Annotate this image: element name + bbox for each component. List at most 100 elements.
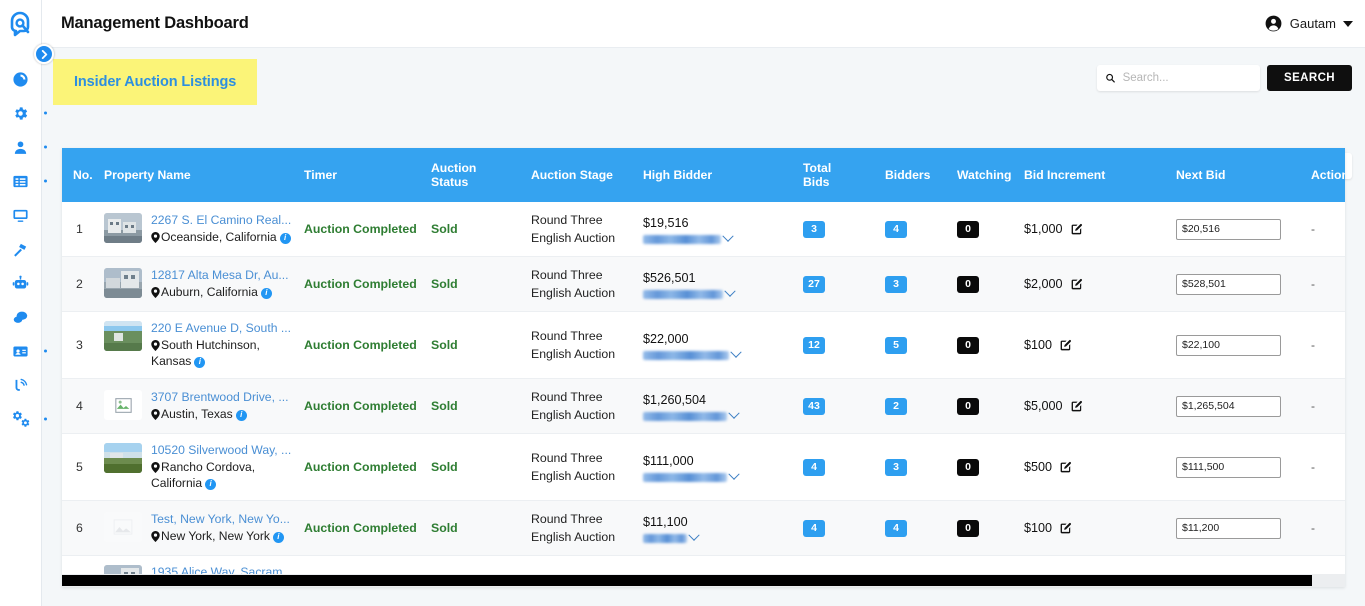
- property-name-link[interactable]: 3707 Brentwood Drive, ...: [151, 390, 289, 405]
- col-high-bidder[interactable]: High Bidder: [639, 148, 799, 202]
- chevron-down-icon[interactable]: [688, 529, 700, 541]
- sidebar-item-dashboard[interactable]: [0, 62, 41, 96]
- total-bids-badge[interactable]: 4: [803, 458, 825, 476]
- col-property-name[interactable]: Property Name: [100, 148, 300, 202]
- sidebar-item-settings[interactable]: [0, 96, 47, 130]
- high-bidder-name-row[interactable]: [643, 529, 795, 543]
- user-menu[interactable]: Gautam: [1264, 14, 1353, 33]
- action-placeholder: -: [1311, 399, 1315, 413]
- bidders-badge[interactable]: 2: [885, 397, 907, 415]
- next-bid-input[interactable]: [1176, 395, 1281, 417]
- property-thumbnail[interactable]: [104, 268, 142, 298]
- watching-badge[interactable]: 0: [957, 336, 979, 354]
- sidebar-item-broadcast[interactable]: [0, 368, 41, 402]
- search-input[interactable]: [1122, 72, 1253, 84]
- total-bids-badge[interactable]: 4: [803, 519, 825, 537]
- search-button[interactable]: SEARCH: [1267, 65, 1352, 91]
- info-icon[interactable]: i: [279, 232, 291, 244]
- sidebar-item-listings[interactable]: [0, 164, 47, 198]
- property-name-link[interactable]: 12817 Alta Mesa Dr, Au...: [151, 268, 289, 283]
- next-bid-input[interactable]: [1176, 273, 1281, 295]
- col-auction-stage[interactable]: Auction Stage: [527, 148, 639, 202]
- sidebar-item-tools[interactable]: [0, 232, 41, 266]
- app-logo[interactable]: [0, 0, 41, 48]
- cell-action: -: [1307, 311, 1345, 379]
- property-name-link[interactable]: 220 E Avenue D, South ...: [151, 321, 296, 336]
- total-bids-badge[interactable]: 43: [803, 397, 825, 415]
- high-bidder-name-row[interactable]: [643, 468, 795, 482]
- col-action[interactable]: Action: [1307, 148, 1345, 202]
- info-icon[interactable]: i: [205, 478, 217, 490]
- page-title: Management Dashboard: [61, 14, 249, 32]
- sidebar-item-users[interactable]: [0, 130, 47, 164]
- col-no[interactable]: No.: [62, 148, 100, 202]
- col-timer[interactable]: Timer: [300, 148, 427, 202]
- high-bidder-name-row[interactable]: [643, 285, 795, 299]
- high-bidder-name-row[interactable]: [643, 407, 795, 421]
- watching-badge[interactable]: 0: [957, 275, 979, 293]
- total-bids-badge[interactable]: 27: [803, 275, 825, 293]
- cell-timer: Auction Completed: [300, 378, 427, 434]
- property-name-link[interactable]: 2267 S. El Camino Real...: [151, 213, 291, 228]
- next-bid-input[interactable]: [1176, 456, 1281, 478]
- edit-icon[interactable]: [1070, 223, 1083, 236]
- property-thumbnail[interactable]: [104, 512, 142, 542]
- chevron-down-icon[interactable]: [728, 468, 740, 480]
- watching-badge[interactable]: 0: [957, 220, 979, 238]
- info-icon[interactable]: i: [260, 287, 272, 299]
- watching-badge[interactable]: 0: [957, 458, 979, 476]
- col-auction-status[interactable]: Auction Status: [427, 148, 527, 202]
- info-icon[interactable]: i: [272, 531, 284, 543]
- next-bid-input[interactable]: [1176, 218, 1281, 240]
- watching-badge[interactable]: 0: [957, 519, 979, 537]
- edit-icon[interactable]: [1070, 400, 1083, 413]
- property-name-link[interactable]: 10520 Silverwood Way, ...: [151, 443, 296, 458]
- col-bid-increment[interactable]: Bid Increment: [1020, 148, 1172, 202]
- watching-badge[interactable]: 0: [957, 397, 979, 415]
- chevron-down-icon[interactable]: [730, 346, 742, 358]
- search-box[interactable]: [1097, 65, 1261, 91]
- info-icon[interactable]: i: [235, 409, 247, 421]
- high-bidder-name-row[interactable]: [643, 230, 795, 244]
- property-thumbnail[interactable]: [104, 213, 142, 243]
- property-thumbnail[interactable]: [104, 321, 142, 351]
- bidders-badge[interactable]: 3: [885, 275, 907, 293]
- total-bids-badge[interactable]: 12: [803, 336, 825, 354]
- high-bidder-name-row[interactable]: [643, 346, 795, 360]
- edit-icon[interactable]: [1059, 461, 1072, 474]
- total-bids-badge[interactable]: 3: [803, 220, 825, 238]
- chevron-down-icon[interactable]: [722, 230, 734, 242]
- col-total-bids[interactable]: Total Bids: [799, 148, 881, 202]
- horizontal-scrollbar[interactable]: [62, 574, 1345, 587]
- bidders-badge[interactable]: 4: [885, 220, 907, 238]
- horizontal-scrollbar-thumb[interactable]: [62, 575, 1312, 586]
- bidders-badge[interactable]: 3: [885, 458, 907, 476]
- col-next-bid[interactable]: Next Bid: [1172, 148, 1307, 202]
- sidebar-expand-toggle[interactable]: [34, 44, 54, 64]
- next-bid-input[interactable]: [1176, 517, 1281, 539]
- bidders-badge[interactable]: 4: [885, 519, 907, 537]
- next-bid-input[interactable]: [1176, 334, 1281, 356]
- property-name-link[interactable]: Test, New York, New Yo...: [151, 512, 290, 527]
- col-bidders[interactable]: Bidders: [881, 148, 953, 202]
- edit-icon[interactable]: [1059, 522, 1072, 535]
- table-row: 5 10520 Silverwood Way, ... Rancho Cordova…: [62, 433, 1345, 501]
- chevron-down-icon[interactable]: [728, 407, 740, 419]
- property-thumbnail[interactable]: [104, 443, 142, 473]
- bid-increment-value: $500: [1024, 460, 1053, 474]
- sidebar-item-messages[interactable]: [0, 300, 41, 334]
- sidebar-item-configuration[interactable]: [0, 402, 47, 436]
- chevron-down-icon[interactable]: [724, 285, 736, 297]
- edit-icon[interactable]: [1059, 339, 1072, 352]
- col-watching[interactable]: Watching: [953, 148, 1020, 202]
- sidebar-item-contacts[interactable]: [0, 334, 47, 368]
- property-thumbnail[interactable]: [104, 390, 142, 420]
- page-tab-insider-auction-listings[interactable]: Insider Auction Listings: [53, 59, 258, 105]
- cell-bid-increment: $100: [1020, 500, 1172, 556]
- sidebar-item-monitor[interactable]: [0, 198, 41, 232]
- bidders-badge[interactable]: 5: [885, 336, 907, 354]
- edit-icon[interactable]: [1070, 278, 1083, 291]
- cell-no: 3: [62, 311, 100, 379]
- sidebar-item-automation[interactable]: [0, 266, 41, 300]
- info-icon[interactable]: i: [194, 356, 206, 368]
